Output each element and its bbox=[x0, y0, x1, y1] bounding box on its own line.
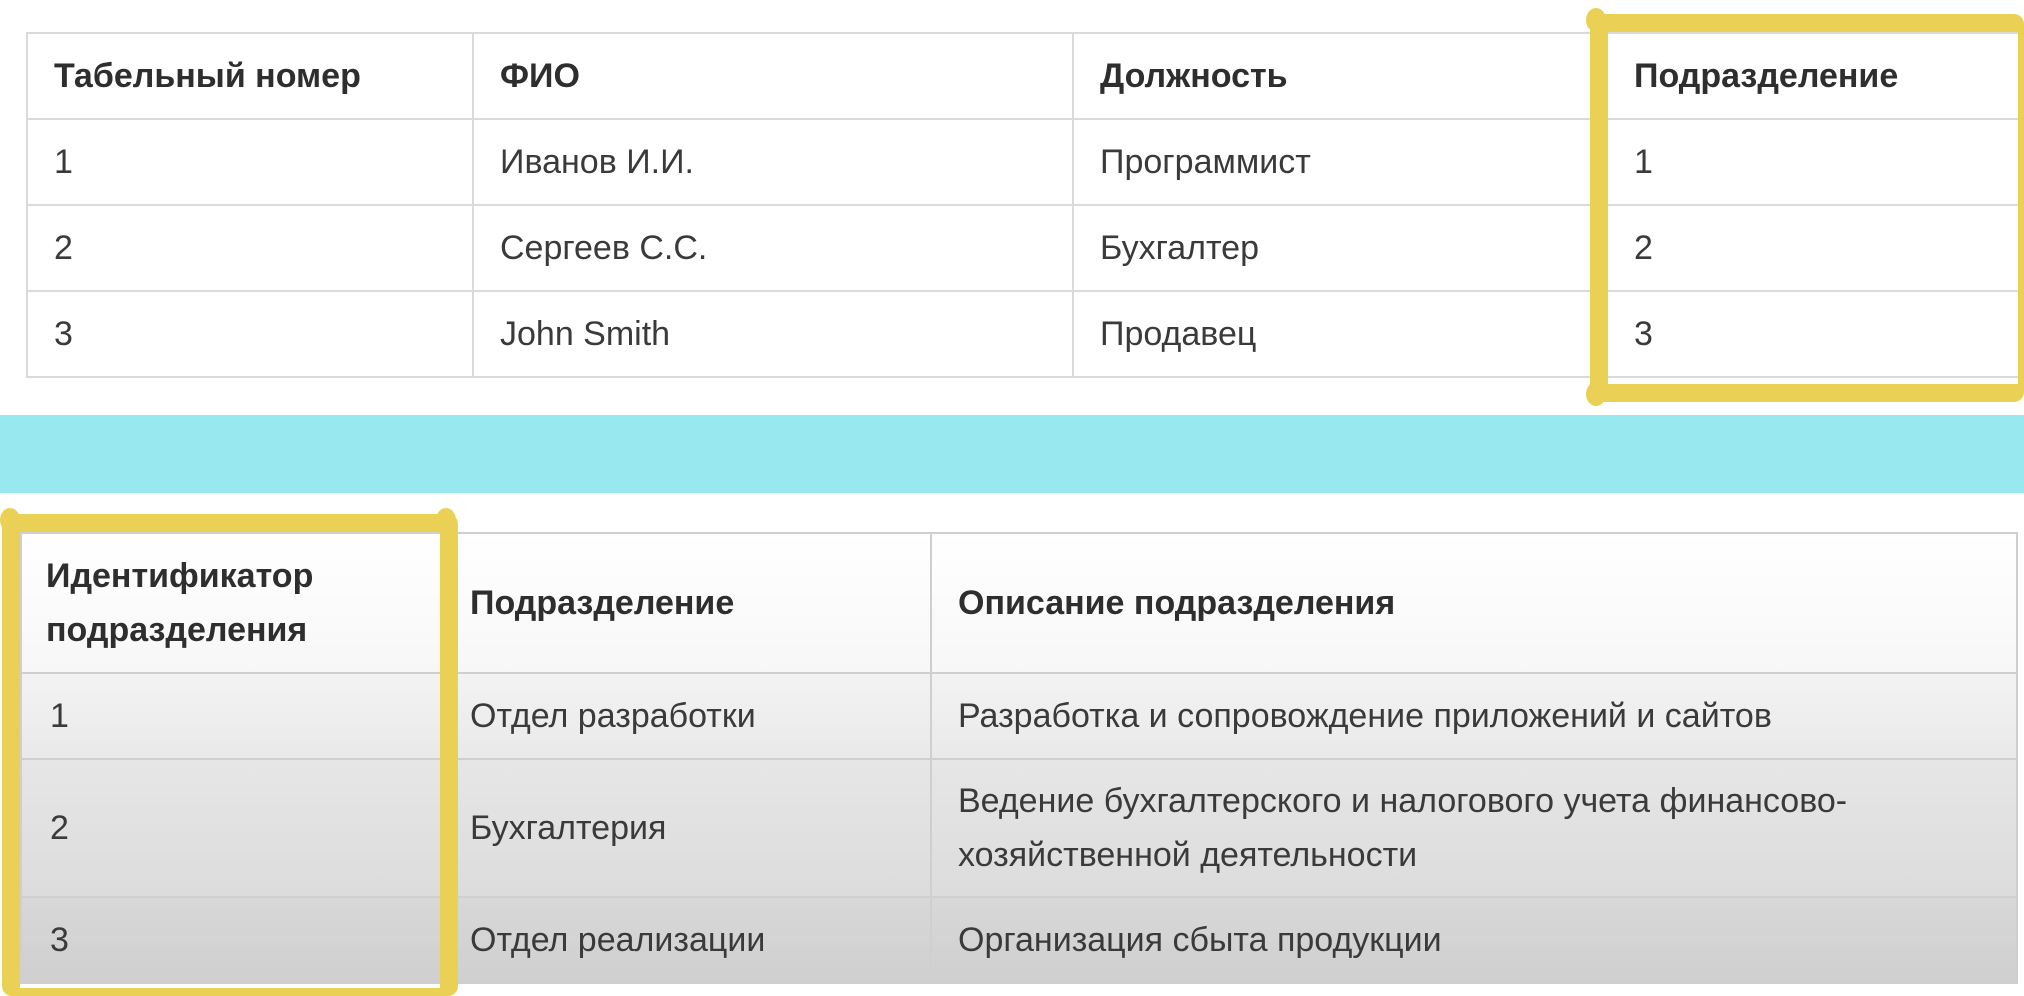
cell-department: 3 bbox=[1606, 290, 2024, 378]
cell-department-name: Отдел разработки bbox=[444, 672, 932, 760]
cell-department-description: Организация сбыта продукции bbox=[930, 896, 2018, 984]
table-row: 3 Отдел реализации Организация сбыта про… bbox=[20, 896, 2018, 984]
header-tab-number: Табельный номер bbox=[26, 32, 474, 120]
separator-band bbox=[0, 415, 2024, 493]
cell-position: Бухгалтер bbox=[1072, 204, 1608, 292]
cell-department-description: Разработка и сопровождение приложений и … bbox=[930, 672, 2018, 760]
header-department: Подразделение bbox=[1606, 32, 2024, 120]
highlight-corner bbox=[0, 508, 20, 532]
cell-department-name: Отдел реализации bbox=[444, 896, 932, 984]
cell-department: 2 bbox=[1606, 204, 2024, 292]
cell-department: 1 bbox=[1606, 118, 2024, 206]
cell-position: Продавец bbox=[1072, 290, 1608, 378]
table-row: 2 Сергеев С.С. Бухгалтер 2 bbox=[26, 204, 2024, 292]
cell-tab-number: 1 bbox=[26, 118, 474, 206]
header-position: Должность bbox=[1072, 32, 1608, 120]
highlight-corner bbox=[436, 508, 456, 532]
cell-position: Программист bbox=[1072, 118, 1608, 206]
highlight-corner bbox=[1586, 382, 1606, 406]
table-row: 2 Бухгалтерия Ведение бухгалтерского и н… bbox=[20, 758, 2018, 898]
employees-table: Табельный номер ФИО Должность Подразделе… bbox=[26, 32, 2024, 378]
cell-department-description: Ведение бухгалтерского и налогового учет… bbox=[930, 758, 2018, 898]
table-row: 1 Иванов И.И. Программист 1 bbox=[26, 118, 2024, 206]
header-department-description: Описание подразделения bbox=[930, 532, 2018, 674]
departments-table: Идентификатор подразделения Подразделени… bbox=[20, 532, 2018, 984]
cell-department-id: 1 bbox=[20, 672, 446, 760]
header-department-name: Подразделение bbox=[444, 532, 932, 674]
cell-full-name: Иванов И.И. bbox=[472, 118, 1074, 206]
highlight-corner bbox=[1586, 8, 1606, 32]
header-department-id: Идентификатор подразделения bbox=[20, 532, 446, 674]
table-row: 3 John Smith Продавец 3 bbox=[26, 290, 2024, 378]
cell-department-name: Бухгалтерия bbox=[444, 758, 932, 898]
table-row: 1 Отдел разработки Разработка и сопровож… bbox=[20, 672, 2018, 760]
header-full-name: ФИО bbox=[472, 32, 1074, 120]
table-header-row: Идентификатор подразделения Подразделени… bbox=[20, 532, 2018, 674]
cell-full-name: John Smith bbox=[472, 290, 1074, 378]
cell-tab-number: 2 bbox=[26, 204, 474, 292]
cell-full-name: Сергеев С.С. bbox=[472, 204, 1074, 292]
table-header-row: Табельный номер ФИО Должность Подразделе… bbox=[26, 32, 2024, 120]
cell-department-id: 2 bbox=[20, 758, 446, 898]
cell-tab-number: 3 bbox=[26, 290, 474, 378]
cell-department-id: 3 bbox=[20, 896, 446, 984]
